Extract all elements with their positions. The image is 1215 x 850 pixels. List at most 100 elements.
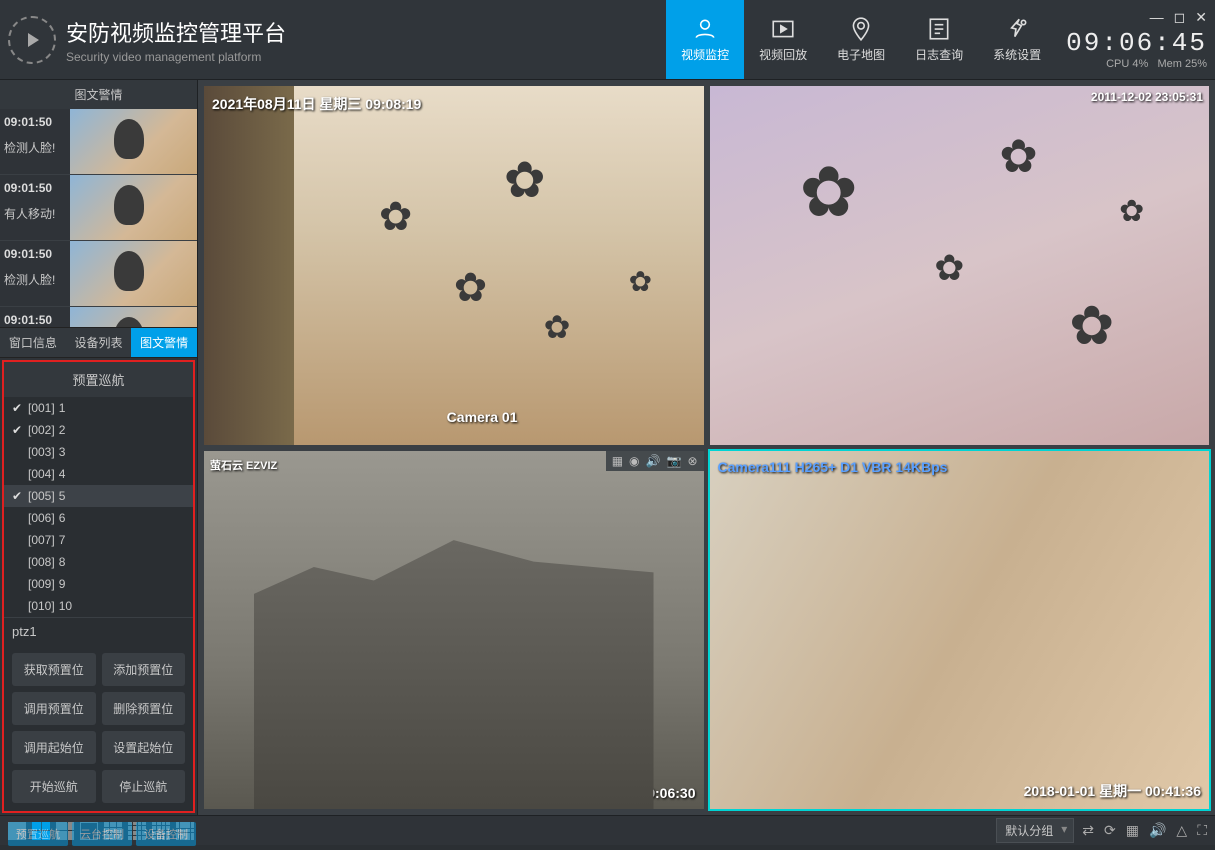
alert-item[interactable]: 09:01:50 bbox=[0, 307, 197, 327]
preset-label: 8 bbox=[59, 555, 66, 569]
audio-icon[interactable]: 🔊 bbox=[646, 454, 661, 468]
close-icon[interactable]: ✕ bbox=[1195, 9, 1207, 26]
volume-icon[interactable]: 🔊 bbox=[1149, 822, 1166, 839]
minimize-icon[interactable]: — bbox=[1150, 9, 1164, 26]
preset-item[interactable]: [008] 8 bbox=[4, 551, 193, 573]
nav-日志查询[interactable]: 日志查询 bbox=[900, 0, 978, 79]
preset-id: [007] bbox=[28, 533, 55, 547]
nav-电子地图[interactable]: 电子地图 bbox=[822, 0, 900, 79]
app-title: 安防视频监控管理平台 bbox=[66, 16, 286, 48]
feed2-timestamp: 2011-12-02 23:05:31 bbox=[1091, 90, 1203, 104]
layout-icon[interactable]: ▦ bbox=[612, 454, 623, 468]
alert-thumbnail bbox=[70, 307, 197, 327]
mem-stat: Mem 25% bbox=[1157, 58, 1207, 70]
video-feed-4[interactable]: Camera111 H265+ D1 VBR 14KBps 2018-01-01… bbox=[710, 451, 1210, 810]
preset-item[interactable]: ✔[001] 1 bbox=[4, 397, 193, 419]
alert-list[interactable]: 09:01:50检测人脸!09:01:50有人移动!09:01:50检测人脸!0… bbox=[0, 109, 197, 327]
preset-item[interactable]: [006] 6 bbox=[4, 507, 193, 529]
alert-item[interactable]: 09:01:50 检测人脸! bbox=[0, 109, 197, 175]
alert-msg: 检测人脸! bbox=[4, 271, 66, 288]
preset-label: 9 bbox=[59, 577, 66, 591]
main-area: 图文警情 09:01:50 检测人脸! 09:01:50有人移动! 09:01:50 检… bbox=[0, 80, 1215, 815]
sidebar-bottom-tab[interactable]: 设备控制 bbox=[136, 822, 196, 846]
video-area: ✿ ✿ ✿ ✿ ✿ 2021年08月11日 星期三 09:08:19 Camer… bbox=[198, 80, 1215, 815]
alert-item[interactable]: 09:01:50有人移动! bbox=[0, 175, 197, 241]
logo-block: 安防视频监控管理平台 Security video management pla… bbox=[8, 16, 286, 64]
preset-item[interactable]: [010] 10 bbox=[4, 595, 193, 617]
feed1-camera-label: Camera 01 bbox=[447, 409, 518, 425]
sidebar-bottom-tab[interactable]: 预置巡航 bbox=[8, 822, 68, 846]
alert-msg: 检测人脸! bbox=[4, 139, 66, 156]
preset-label: 6 bbox=[59, 511, 66, 525]
check-icon: ✔ bbox=[12, 489, 24, 503]
preset-panel: 预置巡航 ✔[001] 1✔[002] 2[003] 3[004] 4 ✔ [005… bbox=[2, 360, 195, 813]
nav-视频回放[interactable]: 视频回放 bbox=[744, 0, 822, 79]
feed4-info: Camera111 H265+ D1 VBR 14KBps bbox=[718, 459, 948, 475]
video-grid: ✿ ✿ ✿ ✿ ✿ 2021年08月11日 星期三 09:08:19 Camer… bbox=[198, 80, 1215, 815]
nav-label: 日志查询 bbox=[915, 46, 963, 63]
preset-id: [005] bbox=[28, 489, 55, 503]
sidebar-bottom-tab[interactable]: 云台控制 bbox=[72, 822, 132, 846]
alert-time: 09:01:50 bbox=[4, 115, 66, 129]
preset-item[interactable]: [004] 4 bbox=[4, 463, 193, 485]
preset-button[interactable]: 删除预置位 bbox=[102, 692, 186, 725]
alert-thumbnail bbox=[70, 109, 197, 174]
check-icon: ✔ bbox=[12, 401, 24, 415]
alert-item[interactable]: 09:01:50检测人脸! bbox=[0, 241, 197, 307]
preset-item[interactable]: ✔[002] 2 bbox=[4, 419, 193, 441]
preset-button[interactable]: 调用起始位 bbox=[12, 731, 96, 764]
main-nav: 视频监控视频回放电子地图 日志查询系统设置 bbox=[666, 0, 1056, 79]
cpu-stat: CPU 4% bbox=[1106, 58, 1148, 70]
alert-thumbnail bbox=[70, 241, 197, 306]
preset-item[interactable]: ✔ [005] 5 bbox=[4, 485, 193, 507]
bottom-tool-icons: ⇄ ⟳ ▦ 🔊 △ ⛶ bbox=[1082, 822, 1207, 839]
link-icon[interactable]: ⇄ bbox=[1082, 822, 1094, 839]
preset-label: 5 bbox=[59, 489, 66, 503]
nav-label: 电子地图 bbox=[837, 46, 885, 63]
refresh-icon[interactable]: ⟳ bbox=[1104, 822, 1116, 839]
nav-视频监控[interactable]: 视频监控 bbox=[666, 0, 744, 79]
video-feed-1[interactable]: ✿ ✿ ✿ ✿ ✿ 2021年08月11日 星期三 09:08:19 Camer… bbox=[204, 86, 704, 445]
group-select[interactable]: 默认分组 bbox=[996, 818, 1074, 843]
preset-button[interactable]: 停止巡航 bbox=[102, 770, 186, 803]
warning-icon[interactable]: △ bbox=[1176, 822, 1187, 839]
preset-label: 4 bbox=[59, 467, 66, 481]
nav-系统设置[interactable]: 系统设置 bbox=[978, 0, 1056, 79]
record-icon[interactable]: ◉ bbox=[629, 454, 639, 468]
nav-label: 视频监控 bbox=[681, 46, 729, 63]
preset-label: 1 bbox=[59, 401, 66, 415]
preset-id: [008] bbox=[28, 555, 55, 569]
grid-icon[interactable]: ▦ bbox=[1126, 822, 1139, 839]
maximize-icon[interactable]: ◻ bbox=[1174, 9, 1186, 26]
preset-button[interactable]: 添加预置位 bbox=[102, 653, 186, 686]
ptz-name: ptz1 bbox=[4, 617, 193, 645]
preset-button[interactable]: 调用预置位 bbox=[12, 692, 96, 725]
sidebar-tab-图文警情[interactable]: 图文警情 bbox=[131, 328, 197, 357]
video-feed-2[interactable]: ✿ ✿ ✿ ✿ ✿ 2011-12-02 23:05:31 bbox=[710, 86, 1210, 445]
sidebar-tab-设备列表[interactable]: 设备列表 bbox=[66, 328, 132, 357]
preset-list[interactable]: ✔[001] 1✔[002] 2[003] 3[004] 4 ✔ [005] 5 [0… bbox=[4, 397, 193, 617]
feed3-watermark: 萤石云 EZVIZ bbox=[210, 457, 277, 473]
system-stats: CPU 4% Mem 25% bbox=[1066, 58, 1207, 70]
preset-button[interactable]: 获取预置位 bbox=[12, 653, 96, 686]
preset-id: [010] bbox=[28, 599, 55, 613]
alert-time: 09:01:50 bbox=[4, 313, 66, 327]
feed4-timestamp: 2018-01-01 星期一 00:41:36 bbox=[1024, 781, 1201, 801]
preset-panel-title: 预置巡航 bbox=[4, 362, 193, 397]
preset-button[interactable]: 设置起始位 bbox=[102, 731, 186, 764]
feed3-timestamp: 2021-08-11 09:06:30 bbox=[565, 785, 696, 801]
snapshot-icon[interactable]: 📷 bbox=[666, 454, 681, 468]
feed-close-icon[interactable]: ⊗ bbox=[687, 454, 697, 468]
preset-item[interactable]: [007] 7 bbox=[4, 529, 193, 551]
feed1-timestamp: 2021年08月11日 星期三 09:08:19 bbox=[212, 94, 421, 114]
header-right: — ◻ ✕ 09:06:45 CPU 4% Mem 25% bbox=[1066, 9, 1207, 70]
topbar: 安防视频监控管理平台 Security video management pla… bbox=[0, 0, 1215, 80]
preset-label: 7 bbox=[59, 533, 66, 547]
preset-item[interactable]: [003] 3 bbox=[4, 441, 193, 463]
fullscreen-icon[interactable]: ⛶ bbox=[1197, 822, 1207, 839]
preset-button[interactable]: 开始巡航 bbox=[12, 770, 96, 803]
sidebar-tab-窗口信息[interactable]: 窗口信息 bbox=[0, 328, 66, 357]
sidebar-tabs: 窗口信息设备列表图文警情 bbox=[0, 327, 197, 358]
video-feed-3[interactable]: ▦ ◉ 🔊 📷 ⊗ 萤石云 EZVIZ 2021-08-11 09:06:30 bbox=[204, 451, 704, 810]
preset-item[interactable]: [009] 9 bbox=[4, 573, 193, 595]
